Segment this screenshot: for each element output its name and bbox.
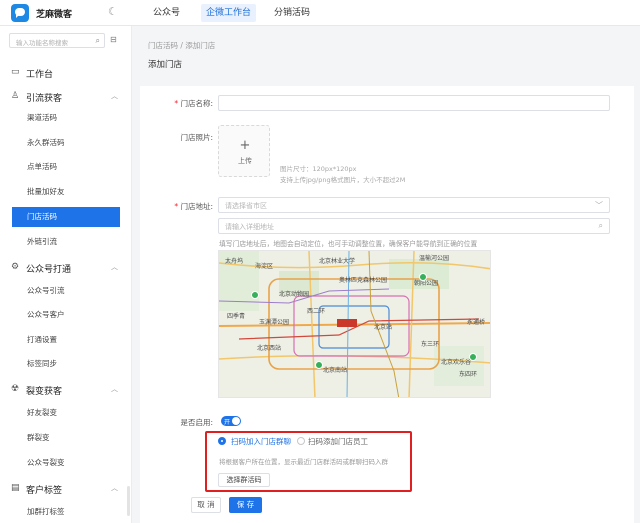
- map-poi-icon: [419, 273, 427, 281]
- sidebar-item-link-settings[interactable]: 打通设置: [12, 330, 120, 350]
- map-label: 四季青: [227, 313, 246, 320]
- sidebar-item-tag-sync[interactable]: 标签同步: [12, 354, 120, 374]
- location-map[interactable]: 太舟坞 海淀区 北京林业大学 温榆河公园 奥林匹克森林公园 北京动物园 朝阳公园…: [218, 250, 491, 398]
- search-icon: ⌕: [598, 221, 603, 230]
- collapse-sidebar-icon[interactable]: ⊟: [110, 35, 117, 44]
- sidebar-group-fission[interactable]: ☢ 裂变获客 ︿: [0, 381, 132, 399]
- sidebar: 输入功能名称搜索 ⌕ ⊟ ▭ 工作台 ♙ 引流获客 ︿ 渠道活码 永久群活码 点…: [0, 26, 132, 523]
- user-icon: ♙: [11, 91, 20, 101]
- sidebar-item-external-link[interactable]: 外链引流: [12, 232, 120, 252]
- address-hint: 填写门店地址后，地图会自动定位，也可手动调整位置，确保客户能导航到正确的位置: [219, 240, 478, 248]
- map-label: 西二环: [307, 308, 326, 315]
- gear-icon: ⚙: [11, 262, 20, 272]
- plus-icon: +: [239, 138, 251, 153]
- map-label: 北京站: [374, 324, 393, 331]
- map-poi-icon: [315, 361, 323, 369]
- chevron-up-icon: ︿: [111, 484, 118, 492]
- theme-toggle-icon[interactable]: ☾: [108, 5, 118, 18]
- map-label: 东四环: [459, 371, 478, 378]
- sidebar-item-batch-add-friends[interactable]: 批量加好友: [12, 182, 120, 202]
- region-select[interactable]: 请选择省市区 ﹀: [218, 197, 610, 213]
- save-button[interactable]: 保 存: [229, 497, 262, 513]
- mode-hint: 将根据客户所在位置，显示最近门店群活码或群聊扫码入群: [219, 458, 388, 466]
- sidebar-group-customer-tags[interactable]: ▤ 客户标签 ︿: [0, 480, 132, 498]
- sidebar-item-friend-fission[interactable]: 好友裂变: [12, 403, 120, 423]
- radio-join-group[interactable]: [218, 437, 226, 445]
- chevron-down-icon: ﹀: [595, 201, 603, 210]
- map-label: 东三环: [421, 341, 440, 348]
- map-label: 北京西站: [257, 345, 282, 352]
- photo-upload-button[interactable]: + 上传: [218, 125, 270, 177]
- map-label: 太舟坞: [225, 258, 244, 265]
- sidebar-scrollbar[interactable]: [127, 486, 130, 516]
- store-name-label: * 门店名称:: [174, 99, 213, 108]
- chevron-up-icon: ︿: [111, 263, 118, 271]
- map-label: 北京林业大学: [319, 258, 356, 265]
- search-icon: ⌕: [95, 36, 100, 45]
- sidebar-item-order-code[interactable]: 点单活码: [12, 157, 120, 177]
- map-label: 北京欢乐谷: [441, 359, 472, 366]
- sidebar-group-official-account[interactable]: ⚙ 公众号打通 ︿: [0, 259, 132, 277]
- store-photo-label: 门店照片:: [180, 133, 213, 142]
- enable-label: 是否启用:: [180, 418, 213, 427]
- sidebar-item-oa-fission[interactable]: 公众号裂变: [12, 453, 120, 473]
- sidebar-item-group-fission[interactable]: 群裂变: [12, 428, 120, 448]
- cancel-button[interactable]: 取 消: [191, 497, 221, 513]
- map-poi-icon: [469, 353, 477, 361]
- sidebar-group-traffic[interactable]: ♙ 引流获客 ︿: [0, 88, 132, 106]
- map-label: 奥林匹克森林公园: [339, 277, 388, 284]
- logo-icon: [11, 4, 29, 22]
- map-label: 玉渊潭公园: [259, 319, 290, 326]
- page-title: 添加门店: [148, 60, 183, 70]
- share-icon: ☢: [11, 384, 20, 394]
- store-address-label: * 门店地址:: [174, 202, 213, 211]
- choose-group-code-button[interactable]: 选择群活码: [218, 473, 270, 487]
- map-label: 温榆河公园: [419, 255, 450, 262]
- sidebar-group-workbench[interactable]: ▭ 工作台: [0, 64, 132, 82]
- chevron-up-icon: ︿: [111, 385, 118, 393]
- map-label: 北京南站: [323, 367, 348, 374]
- enable-switch[interactable]: 开: [221, 416, 241, 426]
- address-detail-input[interactable]: 请输入详细地址 ⌕: [218, 218, 610, 234]
- store-name-input[interactable]: [218, 95, 610, 111]
- photo-size-hint: 图片尺寸：120px*120px: [280, 165, 357, 173]
- nav-wecom-workbench[interactable]: 企微工作台: [201, 4, 257, 22]
- sidebar-item-group-tagging[interactable]: 加群打标签: [12, 502, 120, 522]
- sidebar-item-permanent-group-code[interactable]: 永久群活码: [12, 133, 120, 153]
- map-label: 海淀区: [255, 263, 274, 270]
- sidebar-item-channel-code[interactable]: 渠道活码: [12, 108, 120, 128]
- radio-add-staff[interactable]: [297, 437, 305, 445]
- map-poi-icon: [251, 291, 259, 299]
- monitor-icon: ▭: [11, 67, 20, 77]
- sidebar-item-oa-traffic[interactable]: 公众号引流: [12, 281, 120, 301]
- chevron-up-icon: ︿: [111, 92, 118, 100]
- map-label: 永通桥: [467, 319, 486, 326]
- photo-format-hint: 支持上传jpg/png格式图片，大小不超过2M: [280, 176, 406, 184]
- brand-name: 芝麻微客: [36, 10, 73, 20]
- sidebar-item-oa-customers[interactable]: 公众号客户: [12, 305, 120, 325]
- radio-join-group-label[interactable]: 扫码加入门店群聊: [231, 436, 291, 447]
- tag-icon: ▤: [11, 483, 20, 493]
- breadcrumb: 门店活码 / 添加门店: [148, 41, 216, 50]
- map-label: 北京动物园: [279, 291, 310, 298]
- nav-official-account[interactable]: 公众号: [148, 4, 185, 22]
- sidebar-search-input[interactable]: 输入功能名称搜索 ⌕: [9, 33, 105, 48]
- radio-add-staff-label[interactable]: 扫码添加门店员工: [308, 436, 368, 447]
- nav-distribution-code[interactable]: 分销活码: [269, 4, 315, 22]
- top-bar: 芝麻微客 ☾ 公众号 企微工作台 分销活码: [0, 0, 640, 26]
- sidebar-item-store-code[interactable]: 门店活码: [12, 207, 120, 227]
